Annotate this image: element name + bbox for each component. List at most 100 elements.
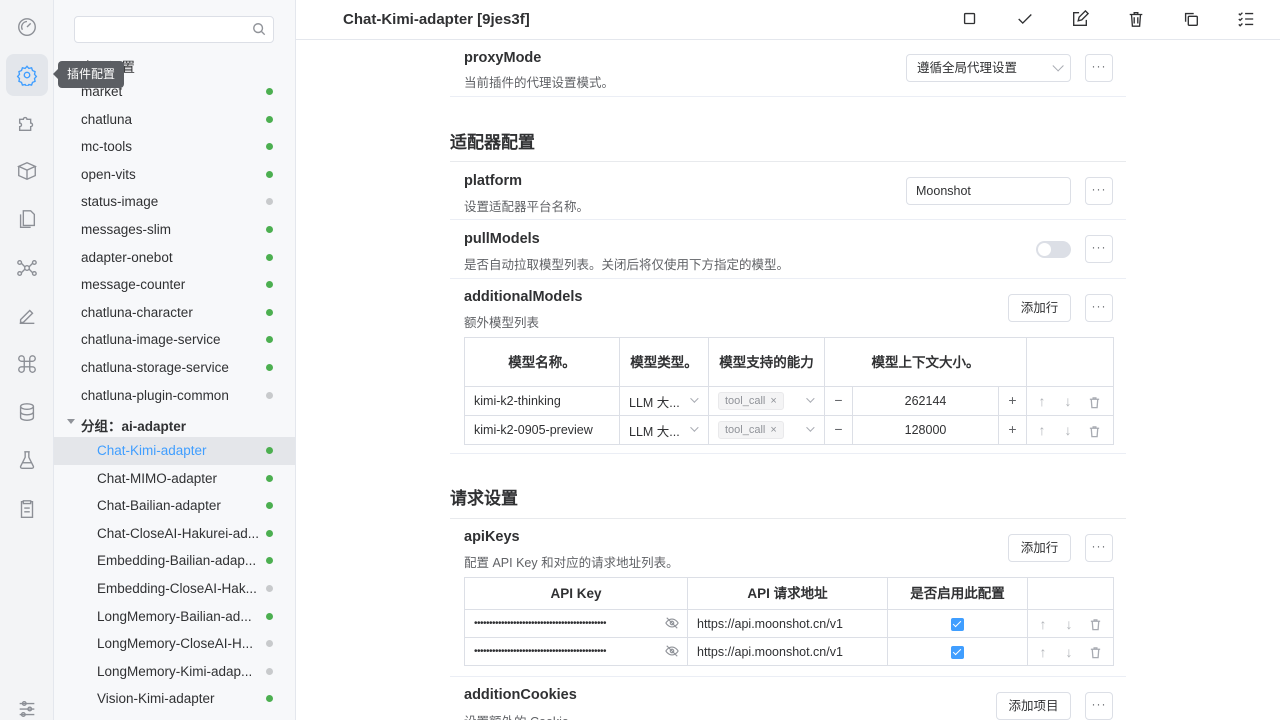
more-button[interactable]: ···	[1085, 177, 1113, 205]
flask-icon[interactable]	[6, 439, 48, 481]
column-header-actions	[1026, 337, 1114, 387]
sliders-icon[interactable]	[6, 688, 48, 720]
trash-icon[interactable]	[1082, 644, 1108, 660]
plus-icon[interactable]: +	[998, 416, 1026, 444]
table-row: kimi-k2-thinking LLM 大... tool_call × − 2…	[464, 386, 1114, 416]
sidebar-item[interactable]: open-vits	[54, 161, 295, 189]
arrow-up-icon[interactable]: ↑	[1029, 422, 1055, 438]
model-name-cell[interactable]: kimi-k2-thinking	[464, 386, 620, 416]
check-icon[interactable]	[1016, 10, 1036, 30]
sidebar-item-label: chatluna-character	[81, 304, 193, 320]
sidebar-item[interactable]: chatluna-storage-service	[54, 354, 295, 382]
platform-input[interactable]: Moonshot	[906, 177, 1071, 205]
sidebar-group-ai-adapter[interactable]: 分组：ai-adapter	[54, 409, 295, 437]
edit-icon[interactable]	[1071, 9, 1091, 30]
status-dot	[266, 667, 273, 675]
sidebar-item[interactable]: chatluna-image-service	[54, 326, 295, 354]
api-key-field[interactable]: ••••••••••••••••••••••••••••••••••••••••…	[464, 637, 688, 666]
edit-icon[interactable]	[6, 295, 48, 337]
select-value: LLM 大...	[629, 395, 680, 410]
command-icon[interactable]	[6, 343, 48, 385]
model-type-select[interactable]: LLM 大...	[619, 415, 709, 445]
more-button[interactable]: ···	[1085, 54, 1113, 82]
search-input[interactable]	[74, 16, 274, 43]
arrow-down-icon[interactable]: ↓	[1055, 393, 1081, 409]
box-icon[interactable]	[6, 150, 48, 192]
dashboard-icon[interactable]	[6, 6, 48, 48]
sidebar-item[interactable]: Chat-Kimi-adapter	[54, 437, 295, 465]
sidebar-item[interactable]: chatluna	[54, 106, 295, 134]
api-url-field[interactable]: https://api.moonshot.cn/v1	[687, 609, 888, 638]
more-button[interactable]: ···	[1085, 235, 1113, 263]
context-stepper[interactable]: − 128000 +	[824, 415, 1027, 445]
enabled-checkbox[interactable]	[951, 645, 964, 659]
status-dot	[266, 695, 273, 703]
sidebar-item[interactable]: chatluna-plugin-common	[54, 382, 295, 410]
sidebar-item[interactable]: LongMemory-Kimi-adap...	[54, 658, 295, 686]
api-url-field[interactable]: https://api.moonshot.cn/v1	[687, 637, 888, 666]
proxy-mode-select[interactable]: 遵循全局代理设置	[906, 54, 1071, 82]
capability-select[interactable]: tool_call ×	[708, 386, 825, 416]
sidebar-item-label: LongMemory-Kimi-adap...	[97, 663, 253, 679]
sidebar-item[interactable]: Chat-CloseAI-Hakurei-ad...	[54, 520, 295, 548]
sidebar-item[interactable]: messages-slim	[54, 216, 295, 244]
arrow-down-icon[interactable]: ↓	[1055, 422, 1081, 438]
context-stepper[interactable]: − 262144 +	[824, 386, 1027, 416]
puzzle-icon[interactable]	[6, 102, 48, 144]
sidebar-item[interactable]: chatluna-character	[54, 299, 295, 327]
add-item-button[interactable]: 添加项目	[996, 692, 1071, 720]
trash-icon[interactable]	[1081, 422, 1107, 438]
api-key-field[interactable]: ••••••••••••••••••••••••••••••••••••••••…	[464, 609, 688, 638]
sidebar-item[interactable]: LongMemory-CloseAI-H...	[54, 630, 295, 658]
more-button[interactable]: ···	[1085, 294, 1113, 322]
eye-off-icon[interactable]	[665, 644, 679, 661]
copy-icon[interactable]	[1182, 10, 1202, 30]
sidebar-item[interactable]: Chat-MIMO-adapter	[54, 465, 295, 493]
minus-icon[interactable]: −	[826, 387, 853, 415]
graph-icon[interactable]	[6, 247, 48, 289]
sidebar-item[interactable]: Embedding-CloseAI-Hak...	[54, 575, 295, 603]
sidebar-item[interactable]: Vision-Kimi-adapter	[54, 685, 295, 713]
arrow-up-icon[interactable]: ↑	[1030, 644, 1056, 660]
sidebar-item[interactable]: message-counter	[54, 271, 295, 299]
sidebar-item[interactable]: LongMemory-Bailian-ad...	[54, 603, 295, 631]
settings-icon[interactable]	[6, 54, 48, 96]
clipboard-icon[interactable]	[6, 488, 48, 530]
sidebar-item[interactable]: status-image	[54, 188, 295, 216]
files-icon[interactable]	[6, 198, 48, 240]
search-icon[interactable]	[252, 22, 266, 36]
close-icon[interactable]: ×	[770, 395, 776, 407]
sidebar-item[interactable]: Chat-Bailian-adapter	[54, 492, 295, 520]
sidebar-item[interactable]: mc-tools	[54, 133, 295, 161]
sidebar-item[interactable]: adapter-onebot	[54, 244, 295, 272]
square-icon[interactable]	[961, 10, 981, 30]
more-button[interactable]: ···	[1085, 534, 1113, 562]
add-row-button[interactable]: 添加行	[1008, 534, 1071, 562]
add-row-button[interactable]: 添加行	[1008, 294, 1071, 322]
minus-icon[interactable]: −	[826, 416, 853, 444]
trash-icon[interactable]	[1127, 10, 1147, 30]
arrow-up-icon[interactable]: ↑	[1030, 616, 1056, 632]
model-type-select[interactable]: LLM 大...	[619, 386, 709, 416]
enabled-checkbox[interactable]	[951, 617, 964, 631]
eye-off-icon[interactable]	[665, 616, 679, 633]
arrow-down-icon[interactable]: ↓	[1056, 616, 1082, 632]
trash-icon[interactable]	[1082, 616, 1108, 632]
sidebar-item[interactable]: Embedding-Bailian-adap...	[54, 547, 295, 575]
pull-models-toggle[interactable]	[1036, 241, 1071, 258]
plus-icon[interactable]: +	[998, 387, 1026, 415]
arrow-down-icon[interactable]: ↓	[1056, 644, 1082, 660]
more-button[interactable]: ···	[1085, 692, 1113, 720]
sidebar-group-label: 分组：ai-adapter	[81, 419, 187, 435]
sidebar-item-label: message-counter	[81, 277, 186, 293]
capability-select[interactable]: tool_call ×	[708, 415, 825, 445]
arrow-up-icon[interactable]: ↑	[1029, 393, 1055, 409]
checklist-icon[interactable]	[1237, 10, 1257, 30]
sidebar-item-label: chatluna-plugin-common	[81, 387, 229, 403]
caret-down-icon[interactable]	[67, 419, 75, 425]
status-dot	[266, 391, 273, 399]
model-name-cell[interactable]: kimi-k2-0905-preview	[464, 415, 620, 445]
database-icon[interactable]	[6, 391, 48, 433]
close-icon[interactable]: ×	[770, 424, 776, 436]
trash-icon[interactable]	[1081, 393, 1107, 409]
